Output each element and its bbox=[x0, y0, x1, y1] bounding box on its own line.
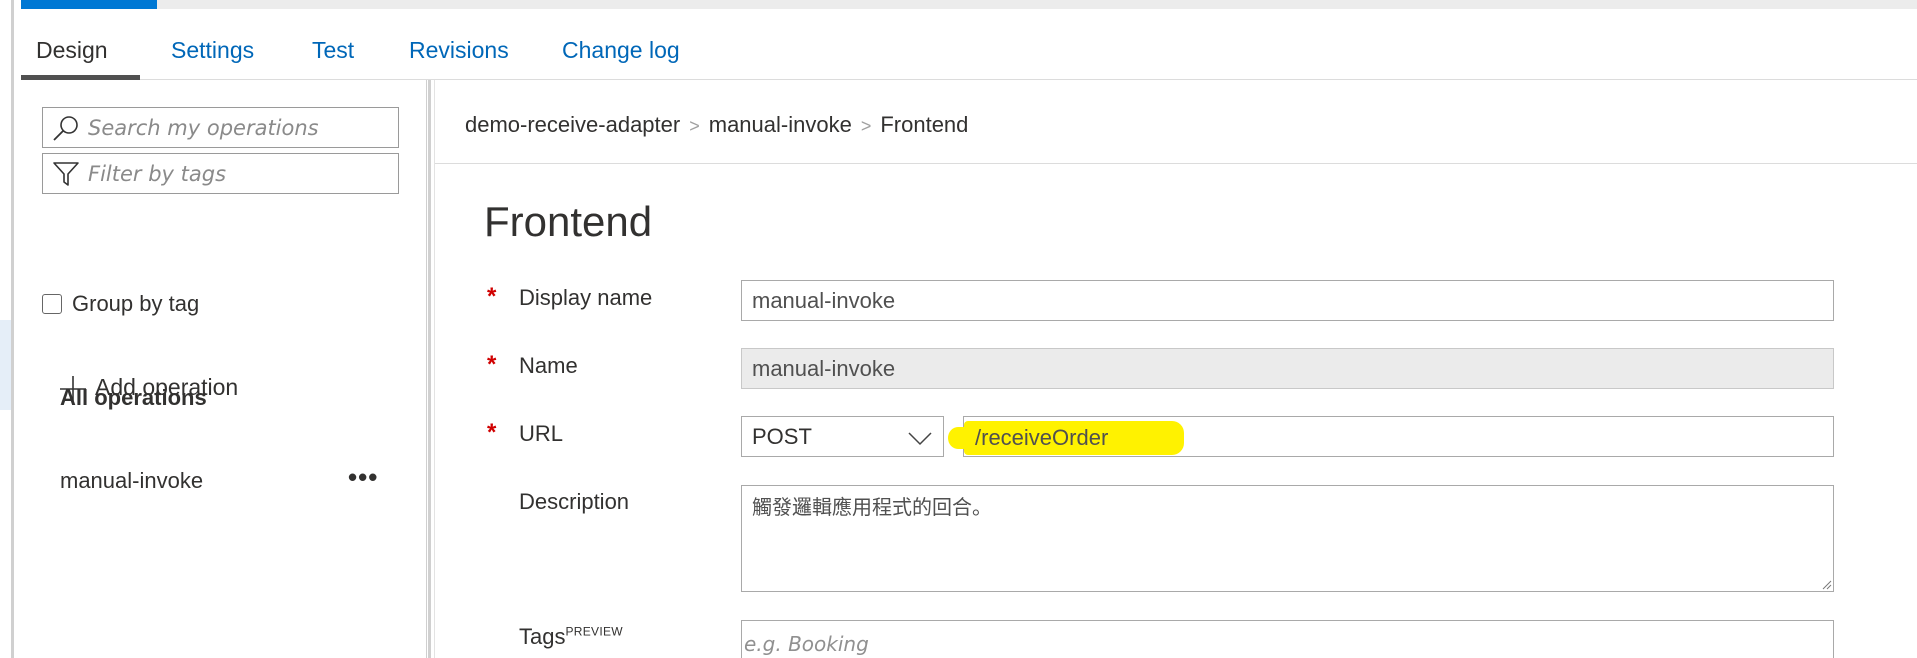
filter-input[interactable] bbox=[88, 160, 388, 188]
description-input[interactable]: 觸發邏輯應用程式的回合。 bbox=[741, 485, 1834, 592]
page-title: Frontend bbox=[484, 198, 653, 245]
filter-icon bbox=[53, 162, 79, 186]
http-method-select[interactable]: POST bbox=[741, 416, 944, 457]
name-input bbox=[741, 348, 1834, 389]
chevron-down-icon bbox=[908, 432, 932, 446]
search-icon bbox=[53, 116, 78, 141]
left-nav-selection bbox=[0, 320, 11, 410]
tags-field[interactable] bbox=[741, 620, 1834, 658]
resize-grip-icon[interactable] bbox=[1822, 580, 1832, 590]
breadcrumb-divider bbox=[435, 163, 1917, 164]
required-marker: * bbox=[487, 419, 497, 446]
search-box[interactable] bbox=[42, 107, 399, 148]
all-operations-item[interactable]: All operations bbox=[60, 385, 207, 411]
display-name-input[interactable] bbox=[741, 280, 1834, 321]
tab-bar: Design Settings Test Revisions Change lo… bbox=[21, 9, 1917, 80]
more-icon[interactable]: ••• bbox=[348, 464, 378, 490]
breadcrumb-operation[interactable]: manual-invoke bbox=[709, 112, 852, 137]
breadcrumb-separator: > bbox=[689, 116, 700, 136]
tags-input[interactable] bbox=[744, 630, 1344, 658]
preview-badge: PREVIEW bbox=[565, 624, 623, 639]
left-nav-edge bbox=[0, 0, 14, 658]
pane-divider bbox=[434, 80, 435, 658]
tab-revisions[interactable]: Revisions bbox=[409, 37, 509, 64]
operation-item-manual-invoke[interactable]: manual-invoke bbox=[60, 468, 203, 494]
url-template-input[interactable]: /receiveOrder bbox=[948, 416, 1834, 457]
filter-box[interactable] bbox=[42, 153, 399, 194]
breadcrumb-api[interactable]: demo-receive-adapter bbox=[465, 112, 680, 137]
required-marker: * bbox=[487, 351, 497, 378]
breadcrumb-current: Frontend bbox=[880, 112, 969, 137]
breadcrumb: demo-receive-adapter > manual-invoke > Front… bbox=[465, 112, 968, 138]
tab-design[interactable]: Design bbox=[36, 37, 108, 64]
description-label: Description bbox=[519, 489, 630, 514]
pane-splitter[interactable] bbox=[428, 80, 431, 658]
breadcrumb-separator: > bbox=[860, 116, 872, 136]
tags-label-text: Tags bbox=[519, 624, 566, 649]
url-label: URL bbox=[519, 421, 564, 446]
name-label: Name bbox=[519, 353, 578, 378]
tab-change-log[interactable]: Change log bbox=[562, 37, 680, 64]
tags-label: TagsPREVIEW bbox=[519, 624, 623, 650]
required-marker: * bbox=[487, 283, 497, 310]
operations-sidebar: Group by tag Add operation bbox=[21, 80, 427, 658]
group-by-tag-checkbox[interactable] bbox=[42, 294, 62, 314]
display-name-label: Display name bbox=[519, 285, 653, 310]
tab-settings[interactable]: Settings bbox=[171, 37, 254, 64]
group-by-tag-label: Group by tag bbox=[72, 291, 200, 316]
top-bar bbox=[21, 0, 1917, 9]
url-template-value: /receiveOrder bbox=[975, 425, 1109, 450]
top-bar-accent bbox=[21, 0, 157, 9]
http-method-value: POST bbox=[752, 424, 812, 449]
search-input[interactable] bbox=[88, 114, 388, 142]
tab-test[interactable]: Test bbox=[312, 37, 354, 64]
